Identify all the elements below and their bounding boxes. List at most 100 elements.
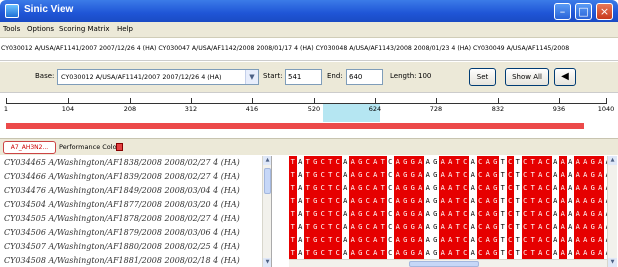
minimize-button[interactable]: – — [554, 3, 571, 20]
alignment-cell: C — [386, 156, 394, 169]
sequence-name-row[interactable]: CY034508 A/Washington/AF1881/2008 2008/0… — [0, 254, 271, 267]
length-label: Length: — [390, 72, 417, 80]
maximize-button[interactable]: □ — [575, 3, 592, 20]
alignment-cell: C — [521, 208, 529, 221]
alignment-cell: C — [506, 234, 514, 247]
ruler-tick — [68, 98, 69, 104]
alignment-cell: A — [469, 234, 477, 247]
set-button[interactable]: Set — [469, 68, 496, 86]
sequence-name-list: CY034465 A/Washington/AF1838/2008 2008/0… — [0, 156, 272, 267]
start-input[interactable] — [286, 70, 321, 84]
alignment-cell: A — [484, 169, 492, 182]
alignment-cell: C — [461, 195, 469, 208]
menu-options[interactable]: Options — [27, 25, 54, 33]
alignment-cell: A — [446, 169, 454, 182]
back-button[interactable]: ◀ — [554, 68, 576, 86]
alignment-cell: A — [424, 247, 432, 259]
alignment-cell: T — [514, 247, 522, 259]
alignment-cell: G — [409, 156, 417, 169]
sequence-name-row[interactable]: CY034505 A/Washington/AF1878/2008 2008/0… — [0, 212, 271, 226]
alignment-cell: G — [401, 169, 409, 182]
alignment-cell: C — [544, 195, 552, 208]
close-button[interactable]: × — [596, 3, 613, 20]
chevron-down-icon[interactable]: ▼ — [245, 70, 258, 84]
alignment-cell: A — [566, 195, 574, 208]
scrollbar-thumb[interactable] — [409, 261, 479, 267]
alignment-cell: A — [596, 208, 604, 221]
sequence-name-row[interactable]: CY034507 A/Washington/AF1880/2008 2008/0… — [0, 240, 271, 254]
alignment-cell: A — [296, 208, 304, 221]
coverage-track — [6, 123, 584, 129]
scroll-down-icon[interactable]: ▼ — [263, 258, 271, 267]
alignment-cell: T — [304, 208, 312, 221]
performance-color-swatch[interactable] — [116, 143, 123, 151]
alignment-cell: C — [544, 247, 552, 259]
alignment-cell: T — [289, 169, 297, 182]
base-select-value: CY030012 A/USA/AF1141/2007 2007/12/26 4 … — [61, 73, 222, 81]
alignment-cell: A — [566, 221, 574, 234]
scroll-up-icon[interactable]: ▲ — [608, 156, 617, 165]
alignment-cell: A — [596, 247, 604, 259]
alignment-cell: C — [476, 208, 484, 221]
start-field[interactable] — [285, 69, 322, 85]
show-all-button[interactable]: Show All — [505, 68, 549, 86]
alignment-cell: A — [371, 182, 379, 195]
alignment-row: TATGCTCAAGCATCAGGAAGAATCACAGTCTCTACAAAAA… — [289, 182, 607, 195]
alignment-vertical-scrollbar[interactable]: ▲ ▼ — [607, 156, 617, 267]
position-ruler[interactable]: 1 104 208 312 416 520 624 728 832 936 1040 — [0, 92, 618, 138]
alignment-cell: A — [484, 182, 492, 195]
alignment-cell: A — [566, 208, 574, 221]
alignment-cell: C — [386, 234, 394, 247]
menu-tools[interactable]: Tools — [3, 25, 20, 33]
ruler-tick — [436, 98, 437, 104]
name-vertical-scrollbar[interactable]: ▲ ▼ — [262, 156, 271, 267]
alignment-horizontal-scrollbar[interactable] — [289, 259, 607, 267]
alignment-cell: A — [574, 156, 582, 169]
sequence-name-rows: CY034465 A/Washington/AF1838/2008 2008/0… — [0, 156, 271, 267]
alignment-cell: T — [326, 169, 334, 182]
alignment-cell: A — [536, 234, 544, 247]
ruler-tick-label: 416 — [245, 105, 259, 113]
alignment-tab[interactable]: A7_AH3N2... — [3, 141, 56, 154]
sequence-name-row[interactable]: CY034466 A/Washington/AF1839/2008 2008/0… — [0, 170, 271, 184]
start-label: Start: — [263, 72, 283, 80]
left-triangle-icon: ◀ — [561, 71, 569, 82]
alignment-cell: A — [371, 247, 379, 259]
scroll-down-icon[interactable]: ▼ — [608, 258, 617, 267]
alignment-cell: C — [386, 182, 394, 195]
alignment-cell: G — [409, 169, 417, 182]
end-input[interactable] — [347, 70, 382, 84]
alignment-cell: G — [356, 234, 364, 247]
alignment-row: TATGCTCAAGCATCAGGAAGAATCACAGTCTCTACAAAAA… — [289, 221, 607, 234]
end-field[interactable] — [346, 69, 383, 85]
menu-help[interactable]: Help — [117, 25, 133, 33]
scroll-up-icon[interactable]: ▲ — [263, 156, 271, 165]
sequence-name-row[interactable]: CY034476 A/Washington/AF1849/2008 2008/0… — [0, 184, 271, 198]
ruler-axis — [6, 103, 606, 104]
alignment-cell: A — [416, 247, 424, 259]
alignment-cell: A — [469, 182, 477, 195]
scrollbar-thumb[interactable] — [264, 168, 271, 194]
alignment-cell: T — [304, 234, 312, 247]
base-select[interactable]: CY030012 A/USA/AF1141/2007 2007/12/26 4 … — [57, 69, 259, 85]
alignment-cell: A — [341, 221, 349, 234]
alignment-cell: T — [529, 182, 537, 195]
alignment-cell: C — [364, 234, 372, 247]
alignment-cell: A — [484, 208, 492, 221]
ruler-tick — [498, 98, 499, 104]
sequence-name-row[interactable]: CY034465 A/Washington/AF1838/2008 2008/0… — [0, 156, 271, 170]
alignment-cell: A — [559, 208, 567, 221]
alignment-cell: T — [304, 156, 312, 169]
alignment-cell: G — [491, 208, 499, 221]
alignment-cell: A — [416, 234, 424, 247]
alignment-cell: T — [454, 169, 462, 182]
alignment-cell: G — [589, 182, 597, 195]
sequence-name-row[interactable]: CY034504 A/Washington/AF1877/2008 2008/0… — [0, 198, 271, 212]
alignment-cell: A — [394, 195, 402, 208]
alignment-cell: A — [349, 234, 357, 247]
menu-scoring-matrix[interactable]: Scoring Matrix — [59, 25, 110, 33]
alignment-cell: T — [289, 208, 297, 221]
alignment-cell: G — [409, 195, 417, 208]
alignment-cell: A — [536, 182, 544, 195]
sequence-name-row[interactable]: CY034506 A/Washington/AF1879/2008 2008/0… — [0, 226, 271, 240]
